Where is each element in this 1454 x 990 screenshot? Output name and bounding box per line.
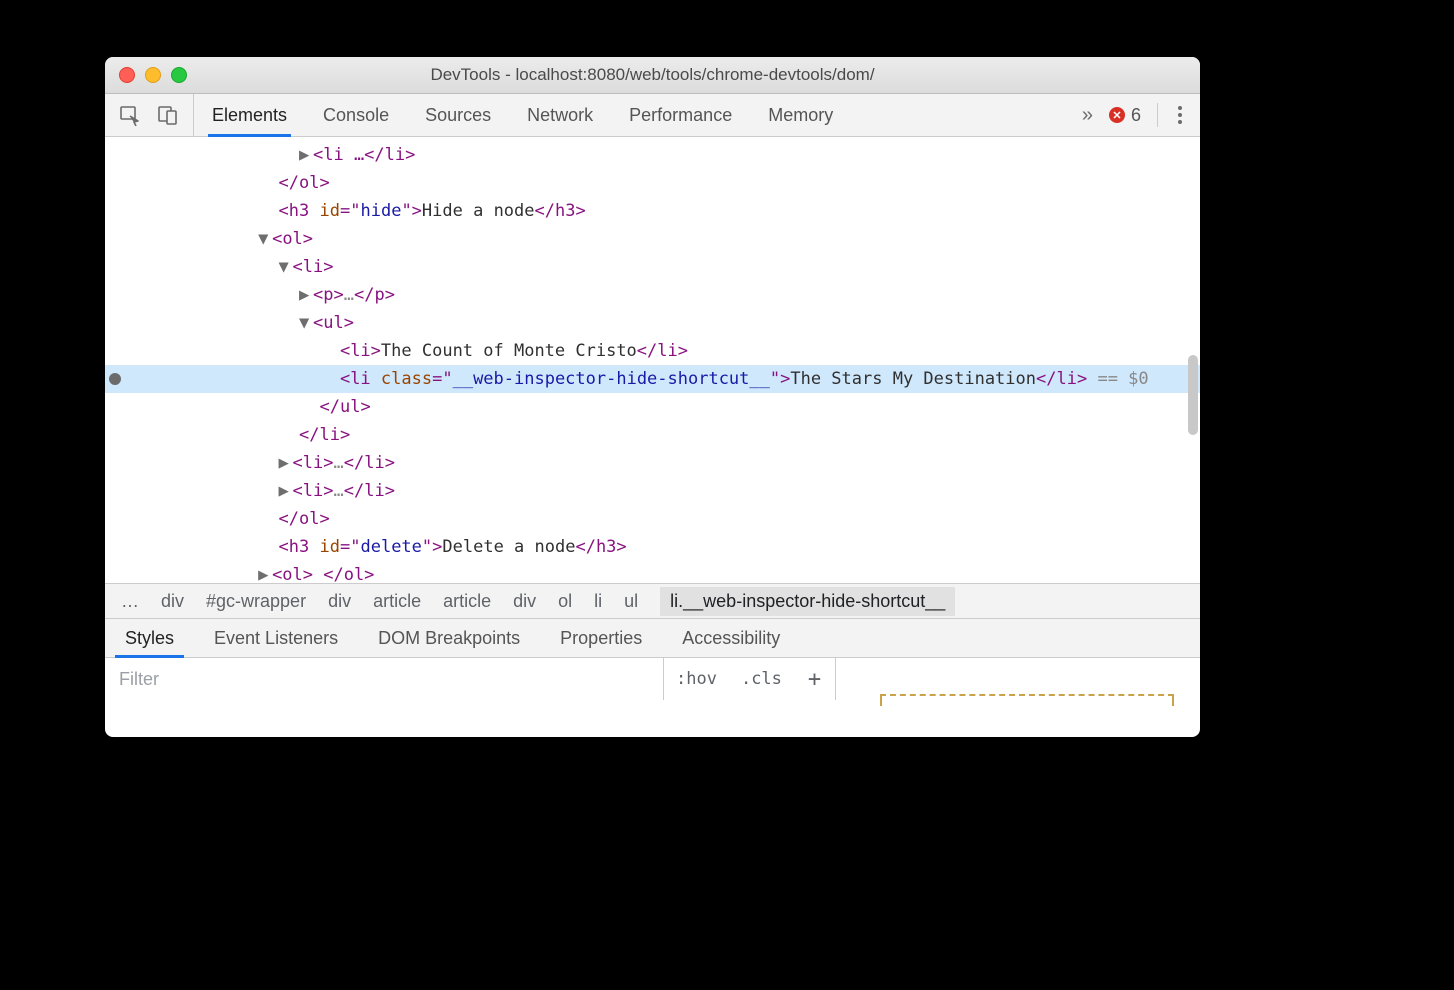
new-style-rule-button[interactable]: + (794, 667, 835, 692)
tab-memory[interactable]: Memory (750, 94, 851, 136)
dom-line[interactable]: ▶<li>…</li> (105, 477, 1200, 505)
devtools-window: DevTools - localhost:8080/web/tools/chro… (105, 57, 1200, 737)
dom-breadcrumb: … div #gc-wrapper div article article di… (105, 583, 1200, 618)
dom-line[interactable]: <li>The Count of Monte Cristo</li> (105, 337, 1200, 365)
styles-toolbar: :hov .cls + (105, 658, 1200, 700)
settings-menu-button[interactable] (1174, 106, 1186, 124)
hidden-node-indicator-icon (109, 373, 121, 385)
tab-console[interactable]: Console (305, 94, 407, 136)
crumb-selected[interactable]: li.__web-inspector-hide-shortcut__ (660, 587, 955, 616)
inspect-icon[interactable] (119, 104, 141, 126)
dom-line[interactable]: </ul> (105, 393, 1200, 421)
tab-sources[interactable]: Sources (407, 94, 509, 136)
margin-box-outline (880, 694, 1174, 706)
subtab-styles[interactable]: Styles (105, 619, 194, 657)
crumb-div[interactable]: div (513, 591, 536, 612)
dom-line[interactable]: ▶<p>…</p> (105, 281, 1200, 309)
error-icon: ✕ (1109, 107, 1125, 123)
crumb-div[interactable]: div (328, 591, 351, 612)
dom-line[interactable]: <h3 id="hide">Hide a node</h3> (105, 197, 1200, 225)
vertical-scrollbar[interactable] (1188, 355, 1198, 435)
error-badge[interactable]: ✕ 6 (1109, 105, 1141, 126)
dom-line[interactable]: <h3 id="delete">Delete a node</h3> (105, 533, 1200, 561)
device-toggle-icon[interactable] (157, 104, 179, 126)
toolbar-right: » ✕ 6 (1068, 94, 1200, 136)
tab-elements[interactable]: Elements (194, 94, 305, 136)
titlebar: DevTools - localhost:8080/web/tools/chro… (105, 57, 1200, 94)
subtab-event-listeners[interactable]: Event Listeners (194, 619, 358, 657)
toolbar-divider (1157, 103, 1158, 127)
crumb-ul[interactable]: ul (624, 591, 638, 612)
crumb-div[interactable]: div (161, 591, 184, 612)
dom-line[interactable]: ▼<ul> (105, 309, 1200, 337)
styles-buttons: :hov .cls + (664, 658, 835, 700)
dom-line[interactable]: </li> (105, 421, 1200, 449)
dom-line[interactable]: ▶<ol> </ol> (105, 561, 1200, 583)
main-toolbar: Elements Console Sources Network Perform… (105, 94, 1200, 137)
subtab-accessibility[interactable]: Accessibility (662, 619, 800, 657)
sidebar-tabs: Styles Event Listeners DOM Breakpoints P… (105, 618, 1200, 658)
dom-line[interactable]: </ol> (105, 505, 1200, 533)
hov-button[interactable]: :hov (664, 669, 729, 689)
subtab-properties[interactable]: Properties (540, 619, 662, 657)
subtab-dom-breakpoints[interactable]: DOM Breakpoints (358, 619, 540, 657)
toolbar-left (105, 94, 194, 136)
error-count: 6 (1131, 105, 1141, 126)
dom-line[interactable]: ▶<li …</li> (105, 141, 1200, 169)
box-model-pane (835, 658, 1200, 700)
crumb-gc-wrapper[interactable]: #gc-wrapper (206, 591, 306, 612)
crumb-ellipsis[interactable]: … (121, 591, 139, 612)
crumb-ol[interactable]: ol (558, 591, 572, 612)
crumb-li[interactable]: li (594, 591, 602, 612)
window-title: DevTools - localhost:8080/web/tools/chro… (105, 65, 1200, 85)
panel-tabs: Elements Console Sources Network Perform… (194, 94, 851, 136)
dom-line[interactable]: </ol> (105, 169, 1200, 197)
dom-line-selected[interactable]: <li class="__web-inspector-hide-shortcut… (105, 365, 1200, 393)
dom-tree-panel[interactable]: ▶<li …</li> </ol> <h3 id="hide">Hide a n… (105, 137, 1200, 583)
tab-network[interactable]: Network (509, 94, 611, 136)
crumb-article[interactable]: article (373, 591, 421, 612)
styles-filter-input[interactable] (105, 658, 664, 700)
cls-button[interactable]: .cls (729, 669, 794, 689)
dom-line[interactable]: ▶<li>…</li> (105, 449, 1200, 477)
dom-line[interactable]: ▼<li> (105, 253, 1200, 281)
tab-performance[interactable]: Performance (611, 94, 750, 136)
crumb-article[interactable]: article (443, 591, 491, 612)
dom-line[interactable]: ▼<ol> (105, 225, 1200, 253)
tabs-overflow-button[interactable]: » (1082, 104, 1093, 127)
